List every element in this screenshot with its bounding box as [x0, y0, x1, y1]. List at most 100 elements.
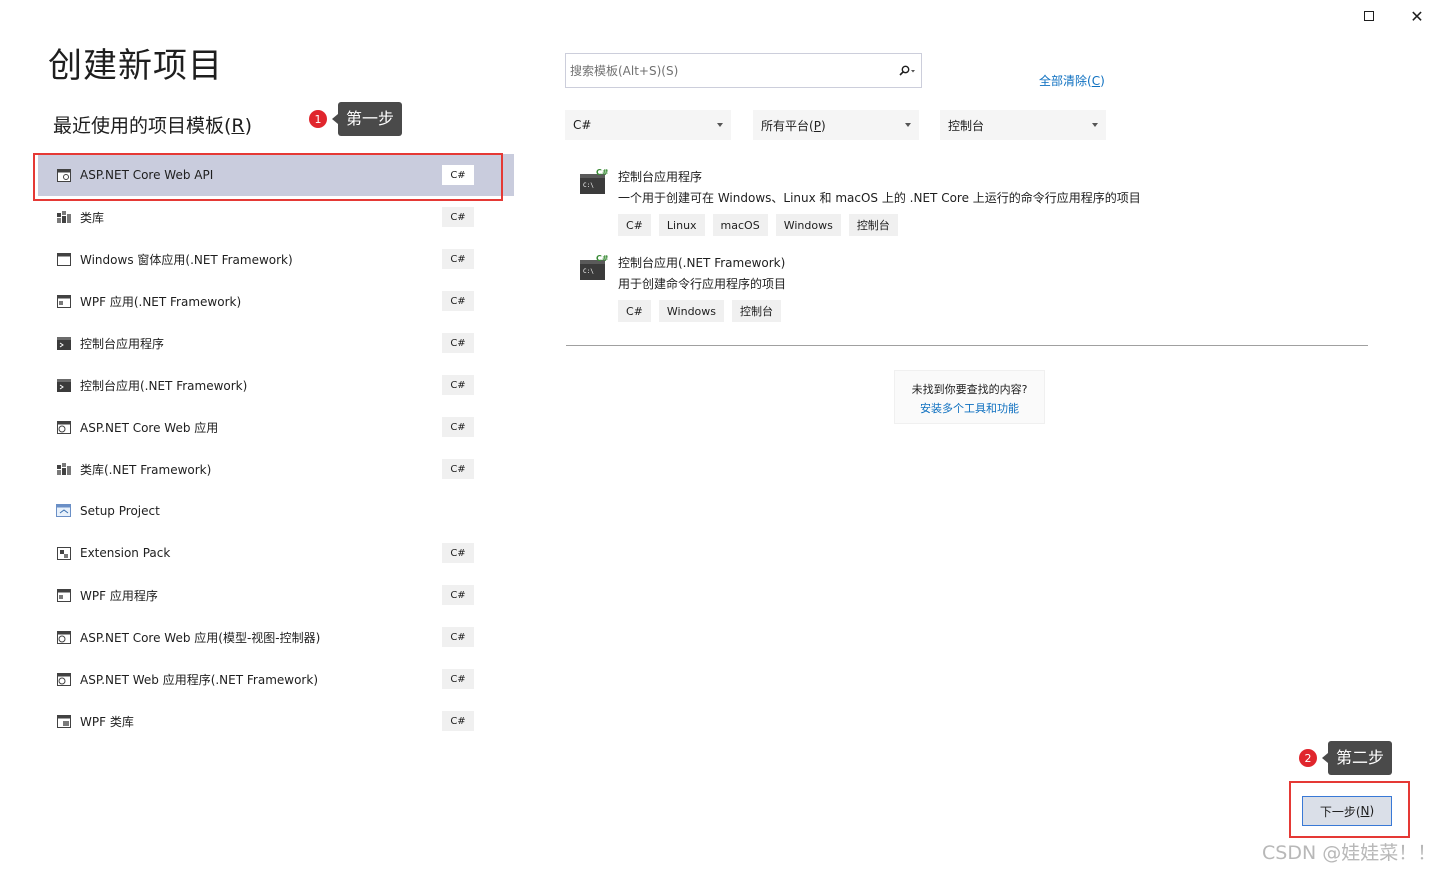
step-number-badge: 2 — [1299, 749, 1317, 767]
template-name: ASP.NET Core Web 应用 — [80, 420, 219, 435]
extension-pack-icon — [56, 545, 72, 561]
result-tags: C# Linux macOS Windows 控制台 — [618, 214, 906, 236]
tag: C# — [618, 300, 651, 322]
language-badge: C# — [442, 375, 474, 395]
recent-template-list: ASP.NET Core Web API C# 类库 C# Windows 窗体应用(.… — [38, 154, 514, 742]
console-app-icon: C:\ C# — [580, 168, 608, 194]
template-item[interactable]: WPF 应用(.NET Framework) C# — [38, 280, 514, 322]
template-item[interactable]: 控制台应用程序 C# — [38, 322, 514, 364]
chevron-down-icon — [905, 123, 911, 127]
web-app-icon — [56, 629, 72, 645]
result-description: 用于创建命令行应用程序的项目 — [618, 277, 787, 291]
language-badge: C# — [442, 585, 474, 605]
not-found-panel: 未找到你要查找的内容? 安装多个工具和功能 — [894, 370, 1045, 424]
tag: 控制台 — [732, 300, 782, 322]
template-item[interactable]: Windows 窗体应用(.NET Framework) C# — [38, 238, 514, 280]
template-item[interactable]: 类库(.NET Framework) C# — [38, 448, 514, 490]
template-name: ASP.NET Core Web 应用(模型-视图-控制器) — [80, 630, 321, 645]
tag: 控制台 — [848, 214, 898, 236]
template-name: ASP.NET Web 应用程序(.NET Framework) — [80, 672, 318, 687]
template-name: 类库(.NET Framework) — [80, 462, 212, 477]
recent-templates-heading: 最近使用的项目模板(R) — [53, 115, 253, 137]
template-name: WPF 类库 — [80, 714, 134, 729]
template-item[interactable]: WPF 应用程序 C# — [38, 574, 514, 616]
template-name: 控制台应用(.NET Framework) — [80, 378, 248, 393]
wpf-library-icon — [56, 713, 72, 729]
search-button[interactable] — [893, 54, 921, 87]
template-name: Windows 窗体应用(.NET Framework) — [80, 252, 293, 267]
result-tags: C# Windows 控制台 — [618, 300, 789, 322]
clear-all-link[interactable]: 全部清除(C) — [1039, 72, 1105, 89]
step-label: 第一步 — [331, 102, 403, 136]
wpf-app-icon — [56, 293, 72, 309]
project-type-filter-dropdown[interactable]: 控制台 — [940, 110, 1106, 140]
step-two-callout: 2 第二步 — [1299, 741, 1393, 775]
language-badge: C# — [442, 333, 474, 353]
result-title: 控制台应用程序 — [618, 170, 703, 184]
search-input[interactable] — [566, 54, 893, 87]
template-name: ASP.NET Core Web API — [80, 168, 214, 182]
language-badge: C# — [442, 669, 474, 689]
template-name: Extension Pack — [80, 546, 171, 560]
close-icon: ✕ — [1410, 6, 1424, 26]
page-title: 创建新项目 — [48, 46, 223, 86]
template-item[interactable]: Extension Pack C# — [38, 532, 514, 574]
watermark: CSDN @娃娃菜！！ — [1262, 842, 1437, 864]
class-library-icon — [56, 461, 72, 477]
console-app-icon: C:\ C# — [580, 254, 608, 280]
template-item[interactable]: ASP.NET Core Web 应用 C# — [38, 406, 514, 448]
search-icon — [899, 65, 915, 76]
template-name: 控制台应用程序 — [80, 336, 165, 351]
template-name: WPF 应用程序 — [80, 588, 158, 603]
tag: Linux — [658, 214, 705, 236]
tag: Windows — [658, 300, 725, 322]
wpf-app-icon — [56, 587, 72, 603]
language-badge: C# — [442, 627, 474, 647]
template-item[interactable]: ASP.NET Web 应用程序(.NET Framework) C# — [38, 658, 514, 700]
install-tools-link[interactable]: 安装多个工具和功能 — [895, 400, 1044, 416]
language-badge: C# — [442, 291, 474, 311]
platform-filter-dropdown[interactable]: 所有平台(P) — [753, 110, 919, 140]
web-app-icon — [56, 671, 72, 687]
console-app-icon — [56, 377, 72, 393]
language-filter-dropdown[interactable]: C# — [565, 110, 731, 140]
close-button[interactable]: ✕ — [1404, 4, 1430, 28]
step-one-callout: 1 第一步 — [309, 102, 403, 136]
svg-text:C#: C# — [596, 168, 608, 177]
tag: macOS — [712, 214, 768, 236]
template-item[interactable]: WPF 类库 C# — [38, 700, 514, 742]
svg-text:C:\: C:\ — [583, 268, 594, 275]
template-name: 类库 — [80, 210, 105, 225]
console-app-icon — [56, 335, 72, 351]
template-item[interactable]: ASP.NET Core Web API C# — [38, 154, 514, 196]
template-name: WPF 应用(.NET Framework) — [80, 294, 242, 309]
svg-text:C:\: C:\ — [583, 182, 594, 189]
language-badge: C# — [442, 459, 474, 479]
maximize-icon — [1364, 11, 1374, 21]
result-description: 一个用于创建可在 Windows、Linux 和 macOS 上的 .NET C… — [618, 191, 1141, 205]
next-button[interactable]: 下一步(N) — [1302, 796, 1392, 826]
tag: Windows — [775, 214, 841, 236]
template-item[interactable]: 控制台应用(.NET Framework) C# — [38, 364, 514, 406]
svg-text:C#: C# — [596, 254, 608, 263]
setup-project-icon — [56, 503, 72, 519]
results-divider — [566, 345, 1368, 346]
web-api-icon — [56, 167, 72, 183]
not-found-question: 未找到你要查找的内容? — [911, 383, 1028, 396]
result-title: 控制台应用(.NET Framework) — [618, 256, 786, 270]
search-box — [565, 53, 922, 88]
windows-form-icon — [56, 251, 72, 267]
web-app-icon — [56, 419, 72, 435]
step-label: 第二步 — [1321, 741, 1393, 775]
language-badge: C# — [442, 543, 474, 563]
language-badge: C# — [442, 165, 474, 185]
maximize-button[interactable] — [1356, 4, 1382, 28]
template-item[interactable]: 类库 C# — [38, 196, 514, 238]
template-name: Setup Project — [80, 504, 160, 518]
language-badge: C# — [442, 711, 474, 731]
template-item[interactable]: Setup Project — [38, 490, 514, 532]
step-number-badge: 1 — [309, 110, 327, 128]
language-badge: C# — [442, 249, 474, 269]
chevron-down-icon — [1092, 123, 1098, 127]
template-item[interactable]: ASP.NET Core Web 应用(模型-视图-控制器) C# — [38, 616, 514, 658]
